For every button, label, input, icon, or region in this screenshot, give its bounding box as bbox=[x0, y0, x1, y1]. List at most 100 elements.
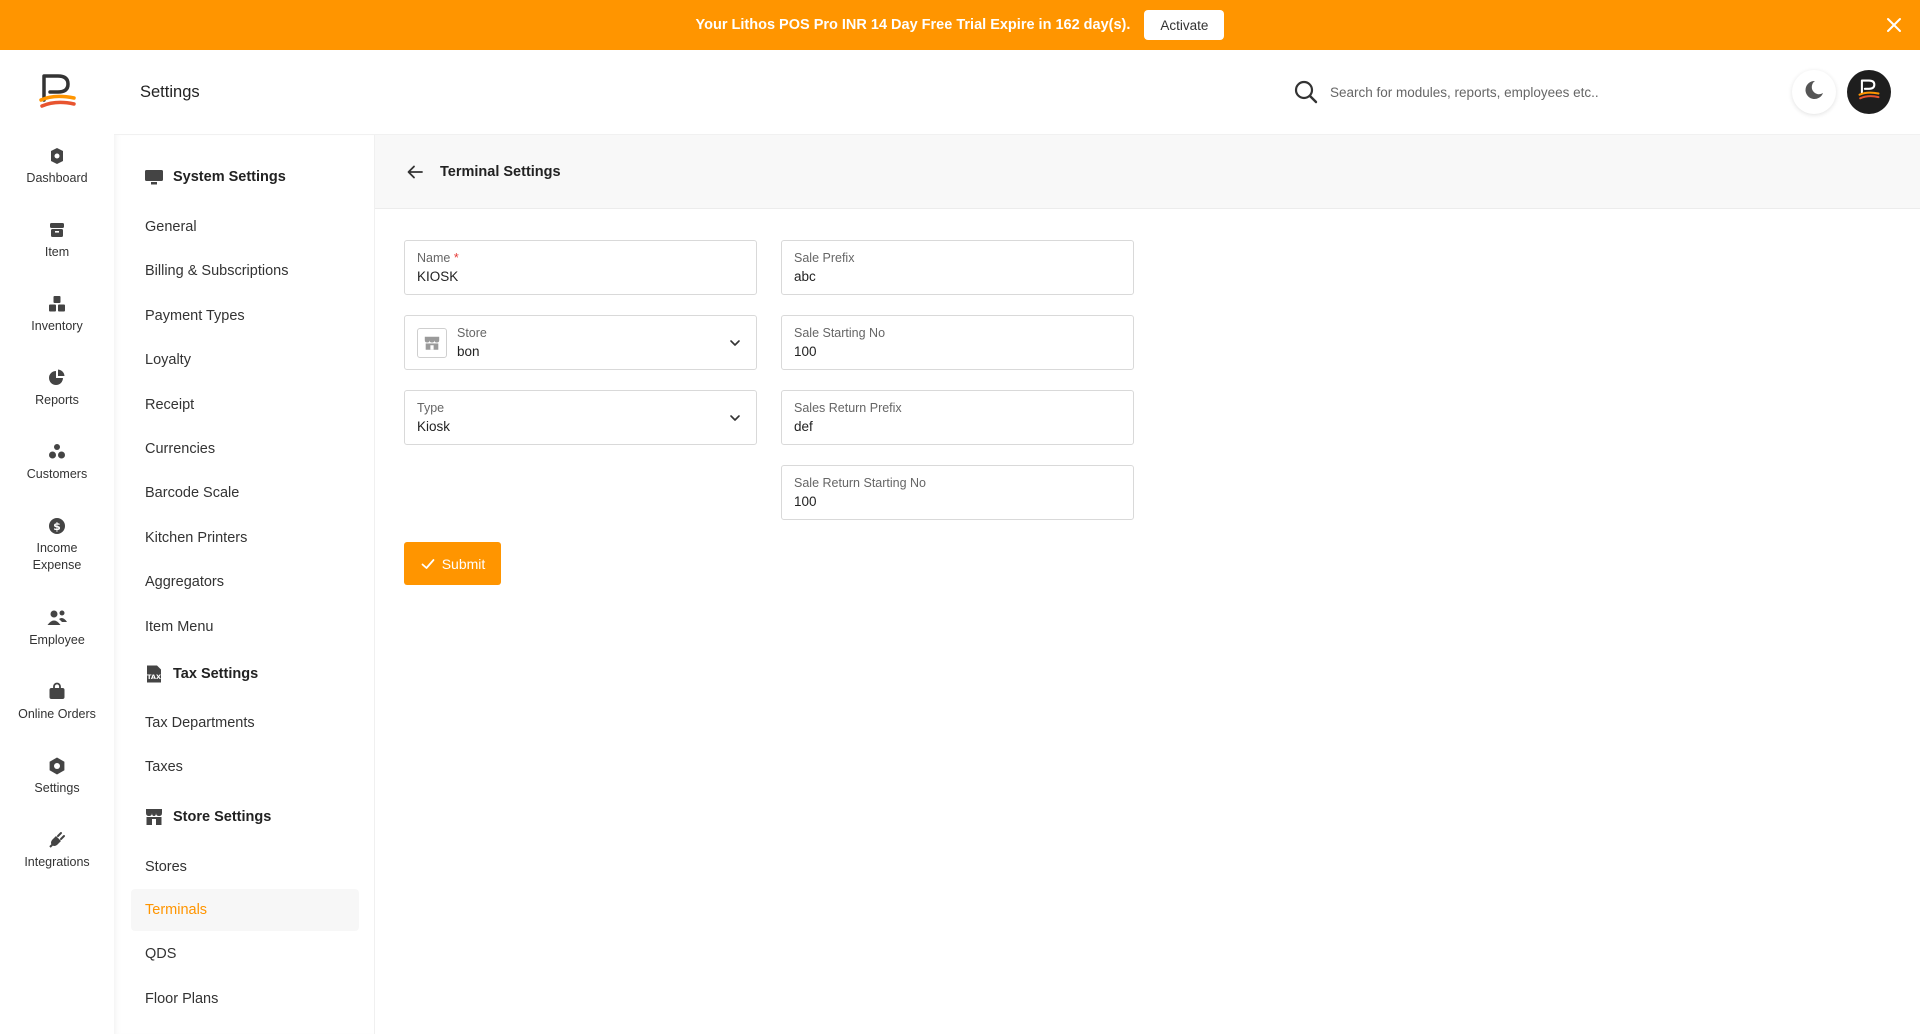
chevron-down-icon bbox=[728, 411, 742, 425]
rail-item-label: Income Expense bbox=[32, 541, 82, 572]
svg-text:TAX: TAX bbox=[147, 673, 161, 681]
pie-chart-icon bbox=[46, 367, 68, 389]
rail-item-label: Inventory bbox=[31, 319, 83, 333]
search-input[interactable] bbox=[1330, 78, 1650, 106]
sale-prefix-value: abc bbox=[794, 269, 816, 284]
store-select[interactable]: Store bon bbox=[404, 315, 757, 370]
rail-item-dashboard[interactable]: Dashboard bbox=[0, 145, 114, 187]
theme-toggle-button[interactable] bbox=[1792, 70, 1836, 114]
nav-link-terminals[interactable]: Terminals bbox=[145, 902, 207, 918]
rail-item-label: Online Orders bbox=[18, 707, 96, 721]
required-mark: * bbox=[453, 251, 459, 265]
rail-item-reports[interactable]: Reports bbox=[0, 367, 114, 409]
type-select[interactable]: Type Kiosk bbox=[404, 390, 757, 445]
rail-item-income-expense[interactable]: $ Income Expense bbox=[0, 515, 114, 574]
nav-link-kitchen-printers[interactable]: Kitchen Printers bbox=[145, 530, 247, 546]
dashboard-icon bbox=[46, 145, 68, 167]
nav-link-floor-plans[interactable]: Floor Plans bbox=[145, 991, 218, 1007]
section-tax-settings: TAX Tax Settings bbox=[144, 664, 258, 684]
rail-item-label: Employee bbox=[29, 633, 85, 647]
employee-icon bbox=[46, 607, 68, 629]
name-field-label: Name * bbox=[417, 251, 459, 265]
rail-item-customers[interactable]: Customers bbox=[0, 441, 114, 483]
sale-starting-no-label: Sale Starting No bbox=[794, 326, 886, 340]
submit-button-label: Submit bbox=[441, 555, 486, 572]
activate-button[interactable]: Activate bbox=[1144, 10, 1225, 40]
trial-banner-text: Your Lithos POS Pro INR 14 Day Free Tria… bbox=[695, 17, 1131, 33]
settings-nav: System Settings General Billing & Subscr… bbox=[114, 135, 375, 1034]
svg-text:$: $ bbox=[53, 520, 61, 533]
rail-item-inventory[interactable]: Inventory bbox=[0, 293, 114, 335]
check-icon bbox=[420, 556, 436, 572]
nav-link-aggregators[interactable]: Aggregators bbox=[145, 574, 224, 590]
sales-return-prefix-value: def bbox=[794, 419, 813, 434]
nav-link-currencies[interactable]: Currencies bbox=[145, 441, 215, 457]
close-icon[interactable] bbox=[1882, 13, 1906, 37]
section-system-settings: System Settings bbox=[144, 167, 286, 187]
store-select-value: bon bbox=[457, 344, 480, 359]
nav-link-stores[interactable]: Stores bbox=[145, 859, 187, 875]
rail-item-label: Settings bbox=[34, 781, 80, 795]
nav-link-loyalty[interactable]: Loyalty bbox=[145, 352, 191, 368]
name-field[interactable]: Name * KIOSK bbox=[404, 240, 757, 295]
section-label: Store Settings bbox=[173, 809, 272, 825]
lithos-avatar-logo-icon bbox=[1856, 77, 1882, 108]
search-icon[interactable] bbox=[1292, 78, 1320, 106]
lithos-logo[interactable] bbox=[36, 70, 80, 114]
trial-banner: Your Lithos POS Pro INR 14 Day Free Tria… bbox=[0, 0, 1920, 50]
rail-item-label: Item bbox=[44, 245, 70, 259]
nav-link-general[interactable]: General bbox=[145, 219, 197, 235]
section-label: System Settings bbox=[173, 169, 286, 185]
nav-link-qds[interactable]: QDS bbox=[145, 946, 176, 962]
chevron-down-icon bbox=[728, 336, 742, 350]
nav-link-taxes[interactable]: Taxes bbox=[145, 759, 183, 775]
section-title: Terminal Settings bbox=[440, 164, 561, 180]
customers-icon bbox=[46, 441, 68, 463]
sale-starting-no-field[interactable]: Sale Starting No 100 bbox=[781, 315, 1134, 370]
rail-item-label: Integrations bbox=[24, 855, 90, 869]
dollar-icon: $ bbox=[46, 515, 68, 537]
avatar[interactable] bbox=[1847, 70, 1891, 114]
tax-icon: TAX bbox=[144, 664, 164, 684]
plug-icon bbox=[46, 829, 68, 851]
back-arrow-icon[interactable] bbox=[405, 162, 425, 182]
sale-prefix-field[interactable]: Sale Prefix abc bbox=[781, 240, 1134, 295]
nav-link-billing[interactable]: Billing & Subscriptions bbox=[145, 263, 288, 279]
nav-link-barcode-scale[interactable]: Barcode Scale bbox=[145, 485, 239, 501]
sale-prefix-label: Sale Prefix bbox=[794, 251, 855, 265]
rail-item-settings[interactable]: Settings bbox=[0, 755, 114, 797]
sales-return-prefix-field[interactable]: Sales Return Prefix def bbox=[781, 390, 1134, 445]
nav-link-item-menu[interactable]: Item Menu bbox=[145, 619, 214, 635]
top-bar: Settings bbox=[114, 50, 1920, 135]
section-store-settings: Store Settings bbox=[144, 807, 271, 827]
sale-return-starting-no-label: Sale Return Starting No bbox=[794, 476, 927, 490]
page-title: Settings bbox=[140, 83, 200, 101]
store-select-label: Store bbox=[457, 326, 487, 340]
type-select-value: Kiosk bbox=[417, 419, 451, 434]
nav-link-tax-departments[interactable]: Tax Departments bbox=[145, 715, 255, 731]
sale-starting-no-value: 100 bbox=[794, 344, 817, 359]
section-label: Tax Settings bbox=[173, 666, 259, 682]
monitor-icon bbox=[144, 167, 164, 187]
nav-link-payment-types[interactable]: Payment Types bbox=[145, 308, 245, 324]
main-content: Terminal Settings Name * KIOSK Store bon… bbox=[375, 135, 1920, 1034]
moon-icon bbox=[1803, 79, 1825, 106]
sales-return-prefix-label: Sales Return Prefix bbox=[794, 401, 902, 415]
rail-item-integrations[interactable]: Integrations bbox=[0, 829, 114, 871]
sale-return-starting-no-field[interactable]: Sale Return Starting No 100 bbox=[781, 465, 1134, 520]
section-header: Terminal Settings bbox=[375, 135, 1920, 209]
main-sidebar: Dashboard Item Inventory Reports Custome… bbox=[0, 50, 114, 1034]
rail-item-employee[interactable]: Employee bbox=[0, 607, 114, 649]
rail-item-item[interactable]: Item bbox=[0, 219, 114, 261]
name-field-value: KIOSK bbox=[417, 269, 459, 284]
rail-item-label: Dashboard bbox=[26, 171, 88, 185]
sale-return-starting-no-value: 100 bbox=[794, 494, 817, 509]
submit-button[interactable]: Submit bbox=[404, 542, 501, 585]
inventory-icon bbox=[46, 293, 68, 315]
gear-icon bbox=[46, 755, 68, 777]
type-select-label: Type bbox=[417, 401, 445, 415]
nav-link-receipt[interactable]: Receipt bbox=[145, 397, 194, 413]
item-box-icon bbox=[46, 219, 68, 241]
bag-icon bbox=[46, 681, 68, 703]
rail-item-online-orders[interactable]: Online Orders bbox=[0, 681, 114, 723]
